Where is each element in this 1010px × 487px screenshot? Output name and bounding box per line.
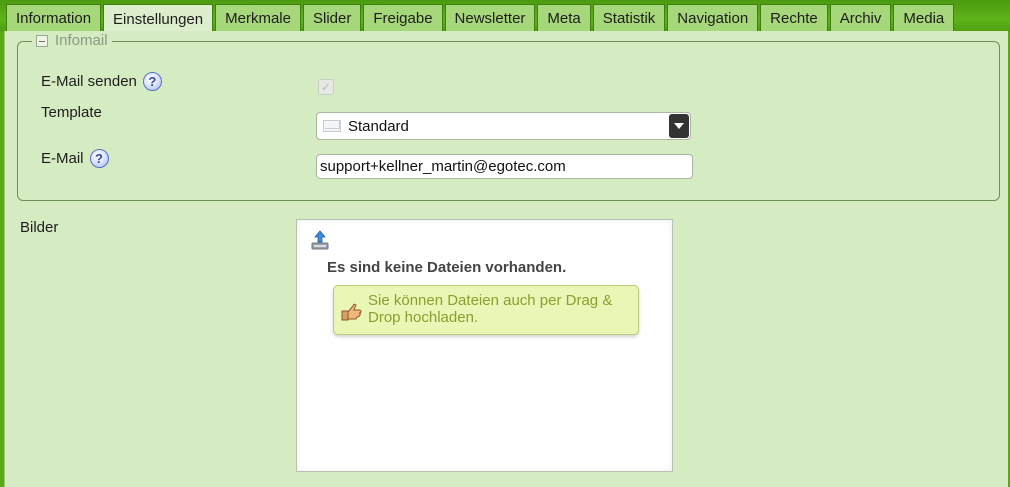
chevron-down-icon[interactable] [669, 114, 689, 138]
tab-merkmale[interactable]: Merkmale [215, 4, 301, 32]
tab-einstellungen[interactable]: Einstellungen [103, 4, 214, 32]
email-row: E-Mail ? [41, 149, 109, 168]
dragdrop-hint: Sie können Dateien auch per Drag & Drop … [333, 285, 639, 335]
email-field[interactable] [316, 154, 693, 179]
template-selected-value: Standard [348, 117, 409, 135]
send-email-checkbox[interactable]: ✓ [318, 79, 334, 95]
tab-header-bar: Information Einstellungen Merkmale Slide… [0, 0, 1010, 32]
template-row: Template [41, 104, 102, 121]
tab-rechte[interactable]: Rechte [760, 4, 828, 32]
infomail-fieldset: Infomail E-Mail senden ? ✓ Template Stan… [17, 32, 1000, 201]
settings-panel: Infomail E-Mail senden ? ✓ Template Stan… [4, 31, 1008, 487]
template-label: Template [41, 104, 102, 121]
bilder-label: Bilder [20, 219, 59, 236]
dragdrop-hint-text: Sie können Dateien auch per Drag & Drop … [368, 292, 613, 326]
collapse-icon[interactable] [36, 34, 48, 47]
help-icon[interactable]: ? [89, 149, 109, 168]
tab-bar: Information Einstellungen Merkmale Slide… [6, 4, 955, 32]
email-label: E-Mail [41, 150, 84, 167]
send-email-label: E-Mail senden [41, 73, 137, 90]
send-email-row: E-Mail senden ? [41, 72, 162, 91]
empty-files-message: Es sind keine Dateien vorhanden. [327, 259, 567, 276]
envelope-icon [323, 120, 341, 132]
infomail-legend: Infomail [32, 32, 112, 49]
tab-navigation[interactable]: Navigation [667, 4, 759, 32]
upload-icon[interactable] [311, 230, 329, 250]
template-select[interactable]: Standard [316, 112, 691, 140]
tab-slider[interactable]: Slider [302, 4, 362, 32]
tab-media[interactable]: Media [893, 4, 955, 32]
tab-archiv[interactable]: Archiv [829, 4, 892, 32]
tab-information[interactable]: Information [6, 4, 102, 32]
tab-statistik[interactable]: Statistik [592, 4, 666, 32]
infomail-legend-label: Infomail [55, 32, 108, 49]
file-upload-area[interactable]: Es sind keine Dateien vorhanden. Sie kön… [296, 219, 673, 472]
tab-newsletter[interactable]: Newsletter [444, 4, 536, 32]
tab-freigabe[interactable]: Freigabe [363, 4, 443, 32]
help-icon[interactable]: ? [142, 72, 162, 91]
pointing-hand-icon [341, 303, 362, 321]
tab-meta[interactable]: Meta [537, 4, 591, 32]
